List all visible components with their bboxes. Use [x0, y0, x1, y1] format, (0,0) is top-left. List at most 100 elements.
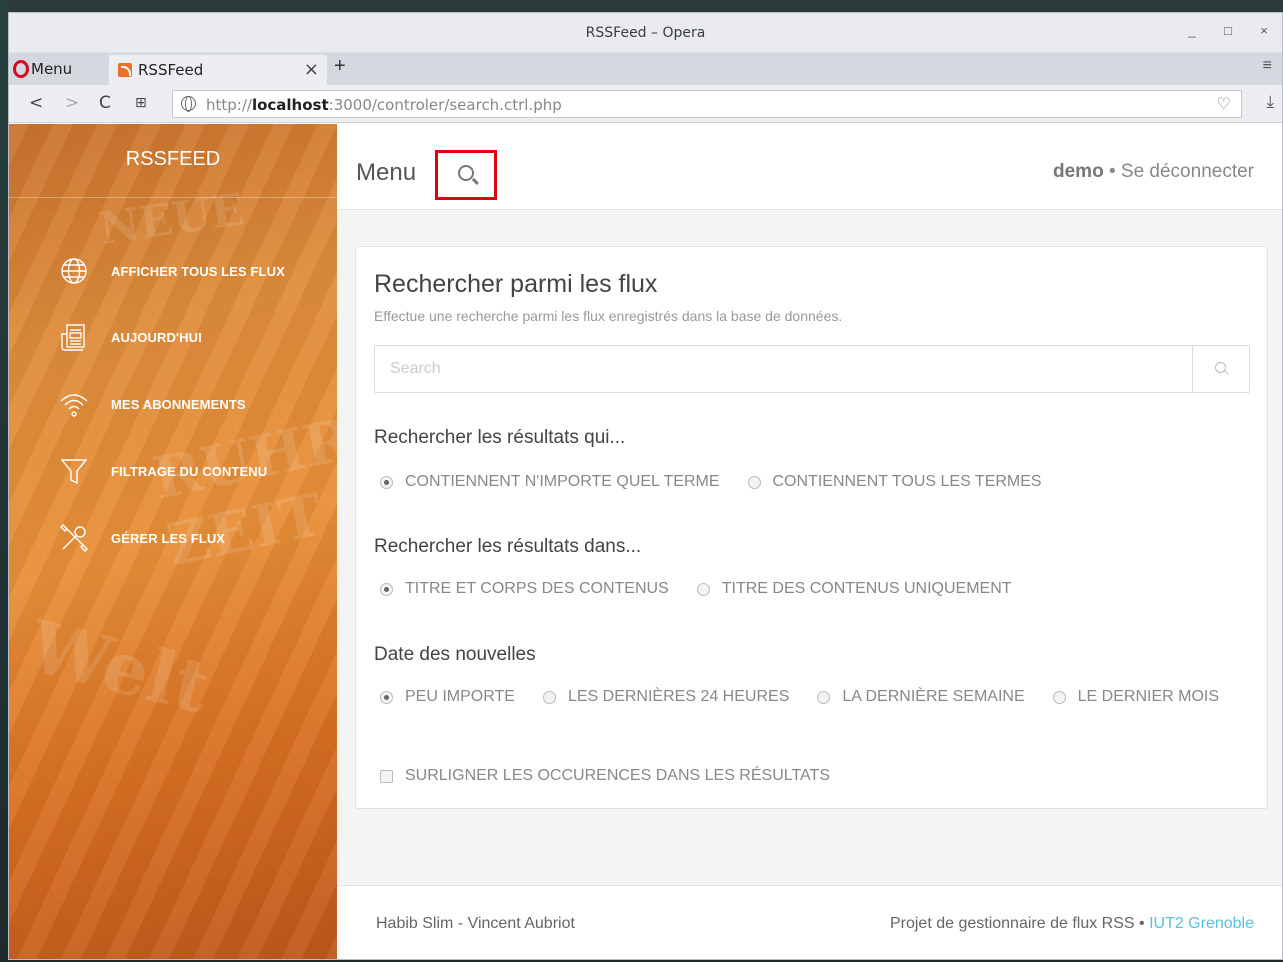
user-area: demo • Se déconnecter — [1053, 161, 1254, 183]
forward-button[interactable]: > — [65, 93, 79, 113]
sidebar-item-label: FILTRAGE DU CONTENU — [111, 463, 268, 479]
heart-bookmark-icon[interactable]: ♡ — [1217, 94, 1231, 114]
filter-icon — [59, 456, 89, 486]
radio-group-match: CONTIENNENT N'IMPORTE QUEL TERME CONTIEN… — [380, 473, 1070, 491]
sidebar-item-filtering[interactable]: FILTRAGE DU CONTENU — [59, 453, 329, 489]
radio-label: LE DERNIER MOIS — [1077, 688, 1219, 705]
radio-any-date[interactable]: PEU IMPORTE — [380, 688, 515, 706]
footer: Habib Slim - Vincent Aubriot Projet de g… — [337, 885, 1282, 959]
radio-last-month[interactable]: LE DERNIER MOIS — [1052, 688, 1219, 706]
speed-dial-icon[interactable]: ⊞ — [135, 95, 147, 111]
sidebar-item-label: MES ABONNEMENTS — [111, 396, 246, 412]
globe-icon — [59, 256, 89, 286]
download-icon[interactable]: ⤓ — [1266, 92, 1274, 112]
top-navbar: Menu demo • Se déconnecter — [337, 124, 1282, 210]
radio-any-term[interactable]: CONTIENNENT N'IMPORTE QUEL TERME — [380, 473, 720, 491]
sidebar-item-manage-feeds[interactable]: GÉRER LES FLUX — [59, 520, 329, 556]
page-title: Rechercher parmi les flux — [374, 270, 658, 298]
footer-project: Projet de gestionnaire de flux RSS • IUT… — [890, 915, 1254, 933]
radio-label: PEU IMPORTE — [405, 688, 515, 705]
minimize-button[interactable]: _ — [1182, 23, 1202, 38]
back-button[interactable]: < — [29, 93, 43, 113]
radio-last-week[interactable]: LA DERNIÈRE SEMAINE — [817, 688, 1025, 706]
opera-menu-button[interactable]: Menu — [9, 53, 101, 85]
radio-button[interactable] — [696, 582, 710, 596]
radio-label: LA DERNIÈRE SEMAINE — [842, 688, 1025, 705]
radio-title-only[interactable]: TITRE DES CONTENUS UNIQUEMENT — [696, 580, 1012, 598]
brand-title[interactable]: RSSFEED — [9, 148, 337, 171]
search-icon — [1215, 362, 1226, 373]
radio-label: TITRE DES CONTENUS UNIQUEMENT — [721, 580, 1012, 597]
reload-button[interactable]: C — [99, 93, 111, 113]
search-toggle-button[interactable] — [435, 150, 497, 200]
radio-button[interactable] — [380, 475, 393, 489]
window-titlebar: RSSFeed – Opera _ □ × — [9, 13, 1282, 53]
section-title-scope: Rechercher les résultats dans... — [374, 536, 642, 557]
radio-title-and-body[interactable]: TITRE ET CORPS DES CONTENUS — [380, 580, 669, 598]
radio-label: LES DERNIÈRES 24 HEURES — [567, 688, 790, 705]
radio-all-terms[interactable]: CONTIENNENT TOUS LES TERMES — [747, 473, 1042, 491]
rss-favicon-icon — [118, 63, 132, 77]
radio-button[interactable] — [817, 690, 831, 704]
radio-label: CONTIENNENT N'IMPORTE QUEL TERME — [405, 473, 720, 490]
tab-rssfeed[interactable]: RSSFeed × — [109, 55, 327, 85]
globe-icon — [181, 96, 196, 112]
wifi-icon — [59, 389, 89, 419]
sidebar-item-today[interactable]: AUJOURD'HUI — [59, 319, 329, 355]
sidebar-divider — [9, 197, 337, 198]
newspaper-icon — [59, 322, 89, 352]
radio-label: TITRE ET CORPS DES CONTENUS — [405, 580, 669, 597]
tools-icon — [59, 523, 89, 553]
footer-authors: Habib Slim - Vincent Aubriot — [376, 915, 575, 932]
desktop-background — [0, 0, 8, 962]
user-separator: • — [1103, 161, 1121, 182]
username-link[interactable]: demo — [1053, 161, 1104, 182]
search-submit-button[interactable] — [1192, 346, 1249, 392]
footer-school-link[interactable]: IUT2 Grenoble — [1149, 915, 1254, 932]
footer-separator: • — [1134, 915, 1150, 932]
opera-logo-icon — [13, 60, 29, 78]
radio-label: CONTIENNENT TOUS LES TERMES — [772, 473, 1042, 490]
logout-link[interactable]: Se déconnecter — [1121, 161, 1254, 182]
page-description: Effectue une recherche parmi les flux en… — [374, 308, 843, 324]
radio-button[interactable] — [1052, 690, 1066, 704]
checkbox-label: SURLIGNER LES OCCURENCES DANS LES RÉSULT… — [405, 767, 830, 784]
highlight-option: SURLIGNER LES OCCURENCES DANS LES RÉSULT… — [380, 767, 858, 785]
tab-title: RSSFeed — [138, 61, 204, 79]
sidebar: RUHR ZEIT Welt NEUE RSSFEED AFFICHER TOU… — [9, 124, 337, 959]
menu-toggle[interactable]: Menu — [356, 159, 416, 187]
address-bar-row: < > C ⊞ http://localhost:3000/controler/… — [9, 85, 1282, 123]
highlight-checkbox[interactable]: SURLIGNER LES OCCURENCES DANS LES RÉSULT… — [380, 767, 830, 785]
close-window-button[interactable]: × — [1254, 23, 1274, 38]
search-icon — [458, 165, 474, 181]
sidebar-item-all-feeds[interactable]: AFFICHER TOUS LES FLUX — [59, 253, 329, 289]
radio-button[interactable] — [380, 582, 393, 596]
search-card: Rechercher parmi les flux Effectue une r… — [355, 246, 1268, 809]
url-text: http://localhost:3000/controler/search.c… — [206, 96, 562, 114]
tab-close-icon[interactable]: × — [304, 59, 319, 80]
tab-bar: Menu RSSFeed × + ≡ — [9, 53, 1282, 85]
window-title: RSSFeed – Opera — [585, 25, 706, 41]
sidebar-item-label: AUJOURD'HUI — [111, 329, 202, 345]
url-field[interactable]: http://localhost:3000/controler/search.c… — [172, 90, 1242, 118]
sidebar-item-label: GÉRER LES FLUX — [111, 530, 226, 546]
maximize-button[interactable]: □ — [1218, 23, 1238, 38]
sidebar-item-subscriptions[interactable]: MES ABONNEMENTS — [59, 386, 329, 422]
checkbox[interactable] — [380, 769, 393, 783]
radio-last-24h[interactable]: LES DERNIÈRES 24 HEURES — [542, 688, 790, 706]
page-content: RUHR ZEIT Welt NEUE RSSFEED AFFICHER TOU… — [9, 124, 1282, 959]
tab-menu-icon[interactable]: ≡ — [1263, 57, 1272, 75]
section-title-date: Date des nouvelles — [374, 644, 536, 665]
radio-button[interactable] — [747, 475, 761, 489]
browser-window: RSSFeed – Opera _ □ × Menu RSSFeed × + ≡… — [8, 12, 1283, 960]
radio-button[interactable] — [542, 690, 556, 704]
radio-group-date: PEU IMPORTE LES DERNIÈRES 24 HEURES LA D… — [380, 688, 1247, 706]
radio-group-scope: TITRE ET CORPS DES CONTENUS TITRE DES CO… — [380, 580, 1040, 598]
search-box — [374, 345, 1250, 393]
new-tab-button[interactable]: + — [334, 55, 346, 78]
search-input[interactable] — [375, 346, 1193, 392]
opera-menu-label: Menu — [31, 60, 73, 78]
radio-button[interactable] — [380, 690, 393, 704]
section-title-match: Rechercher les résultats qui... — [374, 427, 626, 448]
sidebar-item-label: AFFICHER TOUS LES FLUX — [111, 263, 285, 279]
